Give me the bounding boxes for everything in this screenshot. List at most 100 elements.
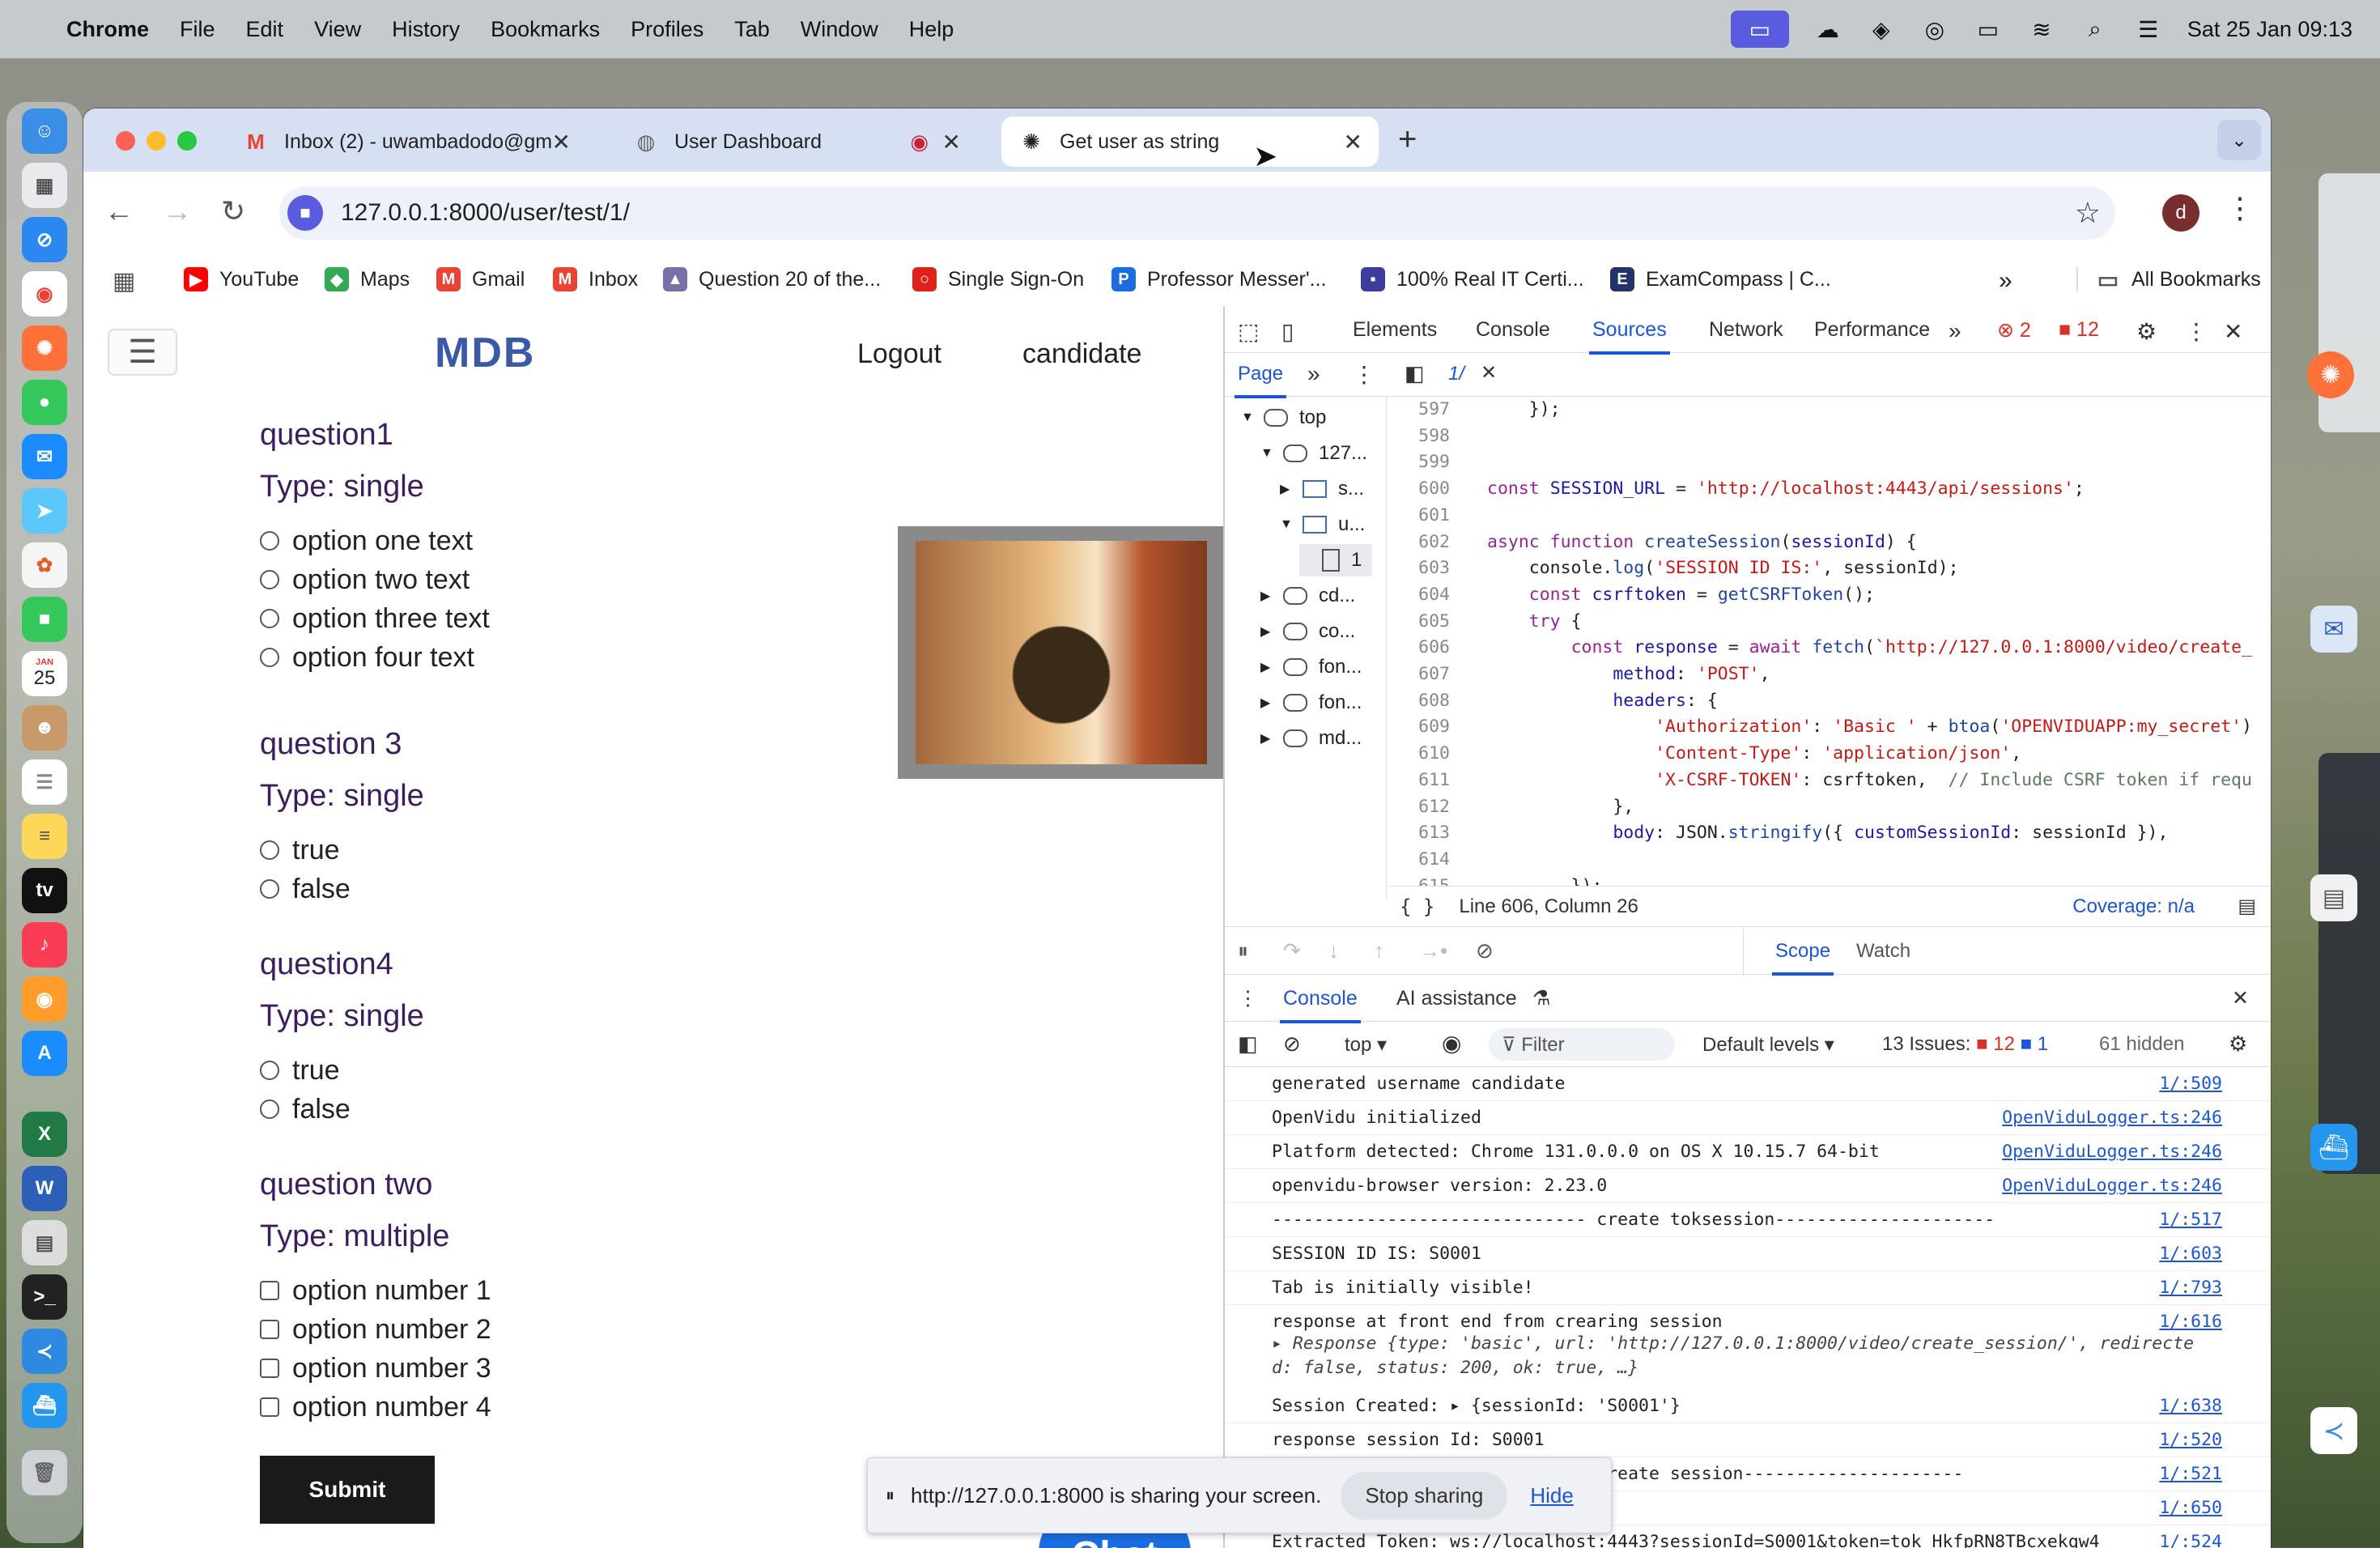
screen-share-status-icon[interactable]: ▭ [1730, 11, 1789, 48]
radio-button[interactable] [260, 1099, 279, 1119]
console-message[interactable]: Session Created: ▸ {sessionId: 'S0001'} 1… [1225, 1389, 2271, 1423]
close-window-button[interactable] [116, 131, 135, 151]
vscode-icon[interactable]: ≺ [2310, 1407, 2357, 1454]
code-line[interactable]: 602 async function createSession(sessionI… [1388, 529, 1917, 555]
console-source-link[interactable]: 1/:524 [2159, 1525, 2222, 1548]
tab-search-button[interactable]: ⌄ [2217, 120, 2261, 160]
excel-icon[interactable]: X [22, 1112, 67, 1157]
word-icon[interactable]: W [22, 1166, 67, 1211]
devtools-menu-icon[interactable]: ⋮ [2185, 318, 2208, 345]
step-icon[interactable]: →• [1419, 938, 1447, 963]
code-line[interactable]: 599 [1388, 449, 1487, 474]
line-number[interactable]: 610 [1388, 741, 1450, 766]
address-bar[interactable]: ■ 127.0.0.1:8000/user/test/1/ ☆ [279, 186, 2115, 240]
option-radio[interactable]: option one text [260, 521, 490, 560]
console-message[interactable]: ------------------------------ create to… [1225, 1203, 2271, 1237]
apps-grid-icon[interactable]: ▦ [113, 267, 135, 296]
tab-performance[interactable]: Performance [1814, 318, 1930, 342]
option-radio[interactable]: false [260, 1090, 424, 1129]
console-source-link[interactable]: 1/:517 [2159, 1203, 2222, 1237]
battery-icon[interactable]: ▭ [1974, 17, 2003, 42]
option-checkbox[interactable]: option number 2 [260, 1310, 491, 1349]
url-text[interactable]: 127.0.0.1:8000/user/test/1/ [341, 199, 630, 227]
stop-sharing-button[interactable]: Stop sharing [1341, 1471, 1508, 1520]
drawer-tab-console[interactable]: Console [1280, 987, 1361, 1023]
site-camera-icon[interactable]: ■ [287, 195, 323, 231]
chrome-icon[interactable]: ◉ [22, 271, 67, 317]
notes-icon[interactable]: ≡ [22, 814, 67, 859]
bookmark-star-icon[interactable]: ☆ [2075, 196, 2101, 230]
chrome-menu-icon[interactable]: ⋮ [2225, 191, 2255, 225]
option-checkbox[interactable]: option number 1 [260, 1271, 491, 1310]
radio-button[interactable] [260, 840, 279, 860]
tree-node[interactable]: 1 [1299, 544, 1372, 576]
line-number[interactable]: 614 [1388, 847, 1450, 872]
tree-node[interactable]: ▶ fon... [1260, 651, 1362, 683]
option-checkbox[interactable]: option number 3 [260, 1349, 491, 1388]
close-devtools-icon[interactable]: ✕ [2224, 318, 2242, 345]
toggle-navigator-icon[interactable]: ◧ [1405, 361, 1425, 386]
safari-icon[interactable]: ⊘ [22, 217, 67, 262]
code-line[interactable]: 610 'Content-Type': 'application/json', [1388, 741, 2021, 766]
collapsed-arrow-icon[interactable]: ▶ [1260, 588, 1273, 604]
bookmark-professor-messer[interactable]: P Professor Messer'... [1111, 267, 1327, 291]
option-radio[interactable]: true [260, 831, 424, 870]
radio-button[interactable] [260, 1061, 279, 1080]
tab-user-dashboard[interactable]: ◍ User Dashboard ◉ ✕ [616, 117, 977, 167]
hamburger-menu-icon[interactable]: ☰ [108, 329, 177, 376]
code-line[interactable]: 603 console.log('SESSION ID IS:', sessio… [1388, 555, 1958, 580]
minimize-window-button[interactable] [147, 131, 166, 151]
console-message[interactable]: Platform detected: Chrome 131.0.0.0 on O… [1225, 1135, 2271, 1169]
context-select[interactable]: top ▾ [1345, 1033, 1387, 1057]
option-radio[interactable]: false [260, 870, 424, 908]
tab-inbox[interactable]: M Inbox (2) - uwambadodo@gm ✕ [226, 117, 587, 167]
console-message[interactable]: ▸ Response {type: 'basic', url: 'http://… [1225, 1331, 2271, 1357]
more-navigators-icon[interactable]: » [1307, 361, 1320, 387]
zoom-window-button[interactable] [177, 131, 197, 151]
live-expression-eye-icon[interactable]: ◉ [1442, 1030, 1461, 1057]
tree-node[interactable]: ▼ u... [1280, 508, 1365, 541]
menu-view[interactable]: View [314, 17, 361, 42]
firefox-icon[interactable]: ✺ [22, 325, 67, 371]
finder-icon[interactable]: ☺ [22, 108, 67, 154]
code-line[interactable]: 606 const response = await fetch(`http:/… [1388, 635, 2252, 660]
error-count[interactable]: ⊗ 2 [1997, 318, 2031, 342]
bookmark-youtube[interactable]: ▶ YouTube [184, 267, 299, 291]
hide-sharing-bar-link[interactable]: Hide [1530, 1483, 1573, 1508]
console-source-link[interactable]: 1/:520 [2159, 1423, 2222, 1457]
console-message[interactable]: d: false, status: 200, ok: true, …} [1225, 1355, 2271, 1381]
mail-icon[interactable]: ✉ [2310, 606, 2357, 653]
console-source-link[interactable]: 1/:793 [2159, 1271, 2222, 1305]
line-number[interactable]: 611 [1388, 768, 1450, 793]
console-settings-gear-icon[interactable]: ⚙ [2229, 1031, 2247, 1057]
vscode-icon[interactable]: ≺ [22, 1329, 67, 1374]
console-source-link[interactable]: 1/:603 [2159, 1237, 2222, 1271]
log-levels-select[interactable]: Default levels ▾ [1702, 1033, 1834, 1057]
calendar-icon[interactable]: JAN 25 [22, 651, 67, 696]
close-tab-icon[interactable]: ✕ [552, 129, 571, 155]
inspect-element-icon[interactable]: ⬚ [1238, 318, 1259, 345]
code-line[interactable]: 600 const SESSION_URL = 'http://localhost… [1388, 476, 2085, 501]
tree-node[interactable]: ▶ md... [1260, 722, 1362, 755]
step-out-icon[interactable]: ↑ [1374, 938, 1384, 963]
settings-gear-icon[interactable]: ⚙ [2136, 318, 2157, 345]
new-tab-button[interactable]: + [1398, 121, 1417, 158]
close-drawer-icon[interactable]: ✕ [2232, 986, 2249, 1010]
docker-icon[interactable]: ⛴ [22, 1383, 67, 1428]
bookmark-real-it-cert[interactable]: ▪ 100% Real IT Certi... [1361, 267, 1584, 291]
tree-node[interactable]: ▼ top [1241, 402, 1326, 434]
back-icon[interactable]: ← [104, 194, 134, 228]
forward-icon[interactable]: → [163, 194, 192, 228]
tree-node[interactable]: ▶ cd... [1260, 580, 1355, 612]
control-center-icon[interactable]: ☰ [2134, 17, 2163, 42]
drawer-menu-icon[interactable]: ⋮ [1238, 986, 1258, 1010]
line-number[interactable]: 602 [1388, 529, 1450, 555]
sidebar-toggle-icon[interactable]: ◧ [1238, 1031, 1258, 1057]
menu-clock[interactable]: Sat 25 Jan 09:13 [2187, 17, 2352, 42]
bookmark-inbox[interactable]: M Inbox [553, 267, 638, 291]
tab-network[interactable]: Network [1709, 318, 1783, 342]
radio-button[interactable] [260, 879, 279, 899]
console-source-link[interactable]: OpenViduLogger.ts:246 [2002, 1101, 2222, 1135]
pause-icon[interactable]: ⏸ [1238, 938, 1248, 964]
console-source-link[interactable]: 1/:509 [2159, 1067, 2222, 1101]
